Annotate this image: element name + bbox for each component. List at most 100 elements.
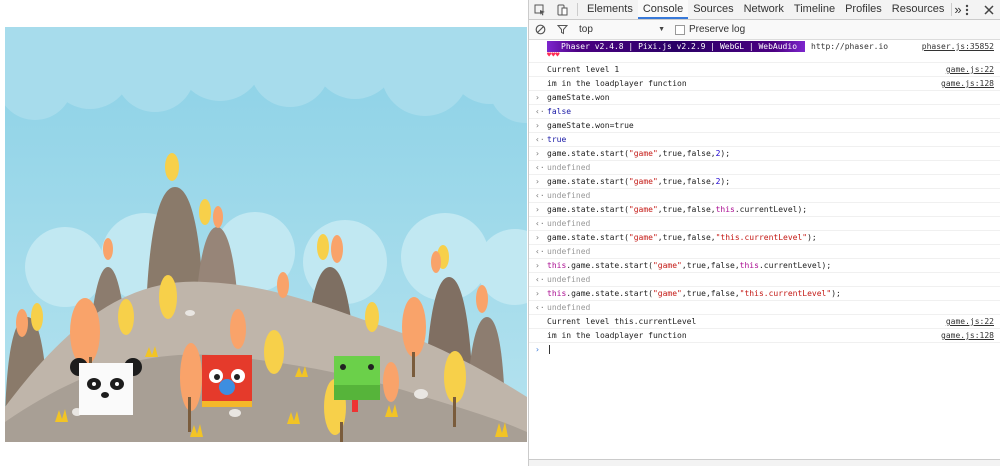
command-text: gameState.won bbox=[547, 93, 610, 102]
checkbox-box[interactable] bbox=[675, 24, 685, 35]
parrot-character bbox=[202, 355, 252, 407]
code-string: "game" bbox=[628, 233, 658, 242]
tab-sources[interactable]: Sources bbox=[688, 0, 738, 19]
game-scene bbox=[5, 27, 527, 442]
console-message: Phaser v2.4.8 | Pixi.js v2.2.9 | WebGL |… bbox=[529, 40, 1000, 63]
console-command: › gameState.won bbox=[529, 91, 1000, 105]
prompt-chevron-icon: › bbox=[535, 345, 540, 354]
console-result: ‹· undefined bbox=[529, 189, 1000, 203]
console-command: › this.game.state.start("game",true,fals… bbox=[529, 259, 1000, 273]
tab-elements[interactable]: Elements bbox=[582, 0, 638, 19]
code-string: "game" bbox=[628, 205, 658, 214]
log-text: im in the loadplayer function bbox=[547, 331, 687, 340]
source-link[interactable]: phaser.js:35852 bbox=[922, 40, 994, 53]
result-value: undefined bbox=[547, 163, 591, 172]
panda-character bbox=[70, 358, 142, 415]
code-string: "game" bbox=[652, 261, 682, 270]
result-chevron-icon: ‹· bbox=[535, 191, 545, 200]
kebab-menu-icon[interactable] bbox=[956, 0, 978, 19]
close-icon[interactable] bbox=[978, 0, 1000, 19]
devtools-tabbar: Elements Console Sources Network Timelin… bbox=[529, 0, 1000, 20]
code-part: ,true,false, bbox=[681, 289, 740, 298]
console-result: ‹· undefined bbox=[529, 161, 1000, 175]
tab-timeline[interactable]: Timeline bbox=[789, 0, 840, 19]
tab-profiles[interactable]: Profiles bbox=[840, 0, 887, 19]
code-keyword: this bbox=[547, 289, 567, 298]
log-text: im in the loadplayer function bbox=[547, 79, 687, 88]
result-value: undefined bbox=[547, 303, 591, 312]
result-chevron-icon: ‹· bbox=[535, 163, 545, 172]
code-part: ,true,false, bbox=[681, 261, 740, 270]
code-part: ,true,false, bbox=[657, 149, 716, 158]
code-part: ); bbox=[720, 177, 731, 186]
code-part: ,true,false, bbox=[657, 233, 716, 242]
result-value: undefined bbox=[547, 247, 591, 256]
chevron-down-icon: ▼ bbox=[658, 26, 665, 33]
tab-network[interactable]: Network bbox=[739, 0, 789, 19]
console-command: › this.game.state.start("game",true,fals… bbox=[529, 287, 1000, 301]
code-part: .currentLevel); bbox=[758, 261, 832, 270]
command-text: gameState.won=true bbox=[547, 121, 634, 130]
code-part: ); bbox=[720, 149, 731, 158]
devtools-panel: Elements Console Sources Network Timelin… bbox=[528, 0, 1000, 466]
result-value: undefined bbox=[547, 191, 591, 200]
text-caret bbox=[549, 345, 550, 354]
console-output[interactable]: Phaser v2.4.8 | Pixi.js v2.2.9 | WebGL |… bbox=[529, 40, 1000, 460]
inspect-element-icon[interactable] bbox=[529, 0, 551, 19]
code-part: .currentLevel); bbox=[734, 205, 808, 214]
devtools-drawer[interactable] bbox=[529, 459, 1000, 466]
result-chevron-icon: ‹· bbox=[535, 303, 545, 312]
source-link[interactable]: game.js:128 bbox=[941, 77, 994, 90]
code-part: game.state.start( bbox=[547, 177, 629, 186]
code-part: ); bbox=[807, 233, 817, 242]
code-string: "this.currentLevel" bbox=[715, 233, 808, 242]
console-result: ‹· true bbox=[529, 133, 1000, 147]
heart-icon: ♥♥♥ bbox=[547, 51, 560, 59]
input-chevron-icon: › bbox=[535, 233, 540, 242]
console-result: ‹· undefined bbox=[529, 301, 1000, 315]
preserve-log-checkbox[interactable]: Preserve log bbox=[675, 24, 745, 35]
result-chevron-icon: ‹· bbox=[535, 107, 545, 116]
code-part: ,true,false, bbox=[657, 177, 716, 186]
context-selector[interactable]: top ▼ bbox=[579, 24, 665, 35]
source-link[interactable]: game.js:22 bbox=[946, 315, 994, 328]
tab-separator bbox=[577, 3, 578, 16]
clear-console-icon[interactable] bbox=[529, 20, 551, 39]
code-part: game.state.start( bbox=[547, 233, 629, 242]
result-value: false bbox=[547, 107, 572, 116]
log-text: Current level 1 bbox=[547, 65, 620, 74]
context-value: top bbox=[579, 24, 593, 35]
input-chevron-icon: › bbox=[535, 121, 540, 130]
phaser-banner: Phaser v2.4.8 | Pixi.js v2.2.9 | WebGL |… bbox=[547, 41, 806, 52]
input-chevron-icon: › bbox=[535, 177, 540, 186]
console-message: im in the loadplayer function game.js:12… bbox=[529, 77, 1000, 91]
source-link[interactable]: game.js:22 bbox=[946, 63, 994, 76]
console-command: › game.state.start("game",true,false,2); bbox=[529, 175, 1000, 189]
tab-resources[interactable]: Resources bbox=[887, 0, 950, 19]
filter-icon[interactable] bbox=[551, 20, 573, 39]
code-string: "this.currentLevel" bbox=[739, 289, 832, 298]
console-command: › gameState.won=true bbox=[529, 119, 1000, 133]
console-command: › game.state.start("game",true,false,2); bbox=[529, 147, 1000, 161]
console-prompt[interactable]: › bbox=[529, 343, 1000, 356]
code-string: "game" bbox=[628, 177, 658, 186]
tab-separator bbox=[951, 3, 952, 16]
console-message: Current level this.currentLevel game.js:… bbox=[529, 315, 1000, 329]
phaser-link[interactable]: http://phaser.io bbox=[811, 42, 888, 51]
console-result: ‹· false bbox=[529, 105, 1000, 119]
code-keyword: this bbox=[739, 261, 759, 270]
console-message: im in the loadplayer function game.js:12… bbox=[529, 329, 1000, 343]
console-result: ‹· undefined bbox=[529, 245, 1000, 259]
device-mode-icon[interactable] bbox=[551, 0, 573, 19]
game-canvas[interactable] bbox=[5, 27, 527, 442]
input-chevron-icon: › bbox=[535, 149, 540, 158]
preserve-log-label: Preserve log bbox=[689, 24, 746, 35]
tab-console[interactable]: Console bbox=[637, 0, 689, 19]
console-command: › game.state.start("game",true,false,"th… bbox=[529, 231, 1000, 245]
result-chevron-icon: ‹· bbox=[535, 247, 545, 256]
input-chevron-icon: › bbox=[535, 261, 540, 270]
input-chevron-icon: › bbox=[535, 205, 540, 214]
code-part: game.state.start( bbox=[547, 205, 629, 214]
log-text: Current level this.currentLevel bbox=[547, 317, 697, 326]
source-link[interactable]: game.js:128 bbox=[941, 329, 994, 342]
